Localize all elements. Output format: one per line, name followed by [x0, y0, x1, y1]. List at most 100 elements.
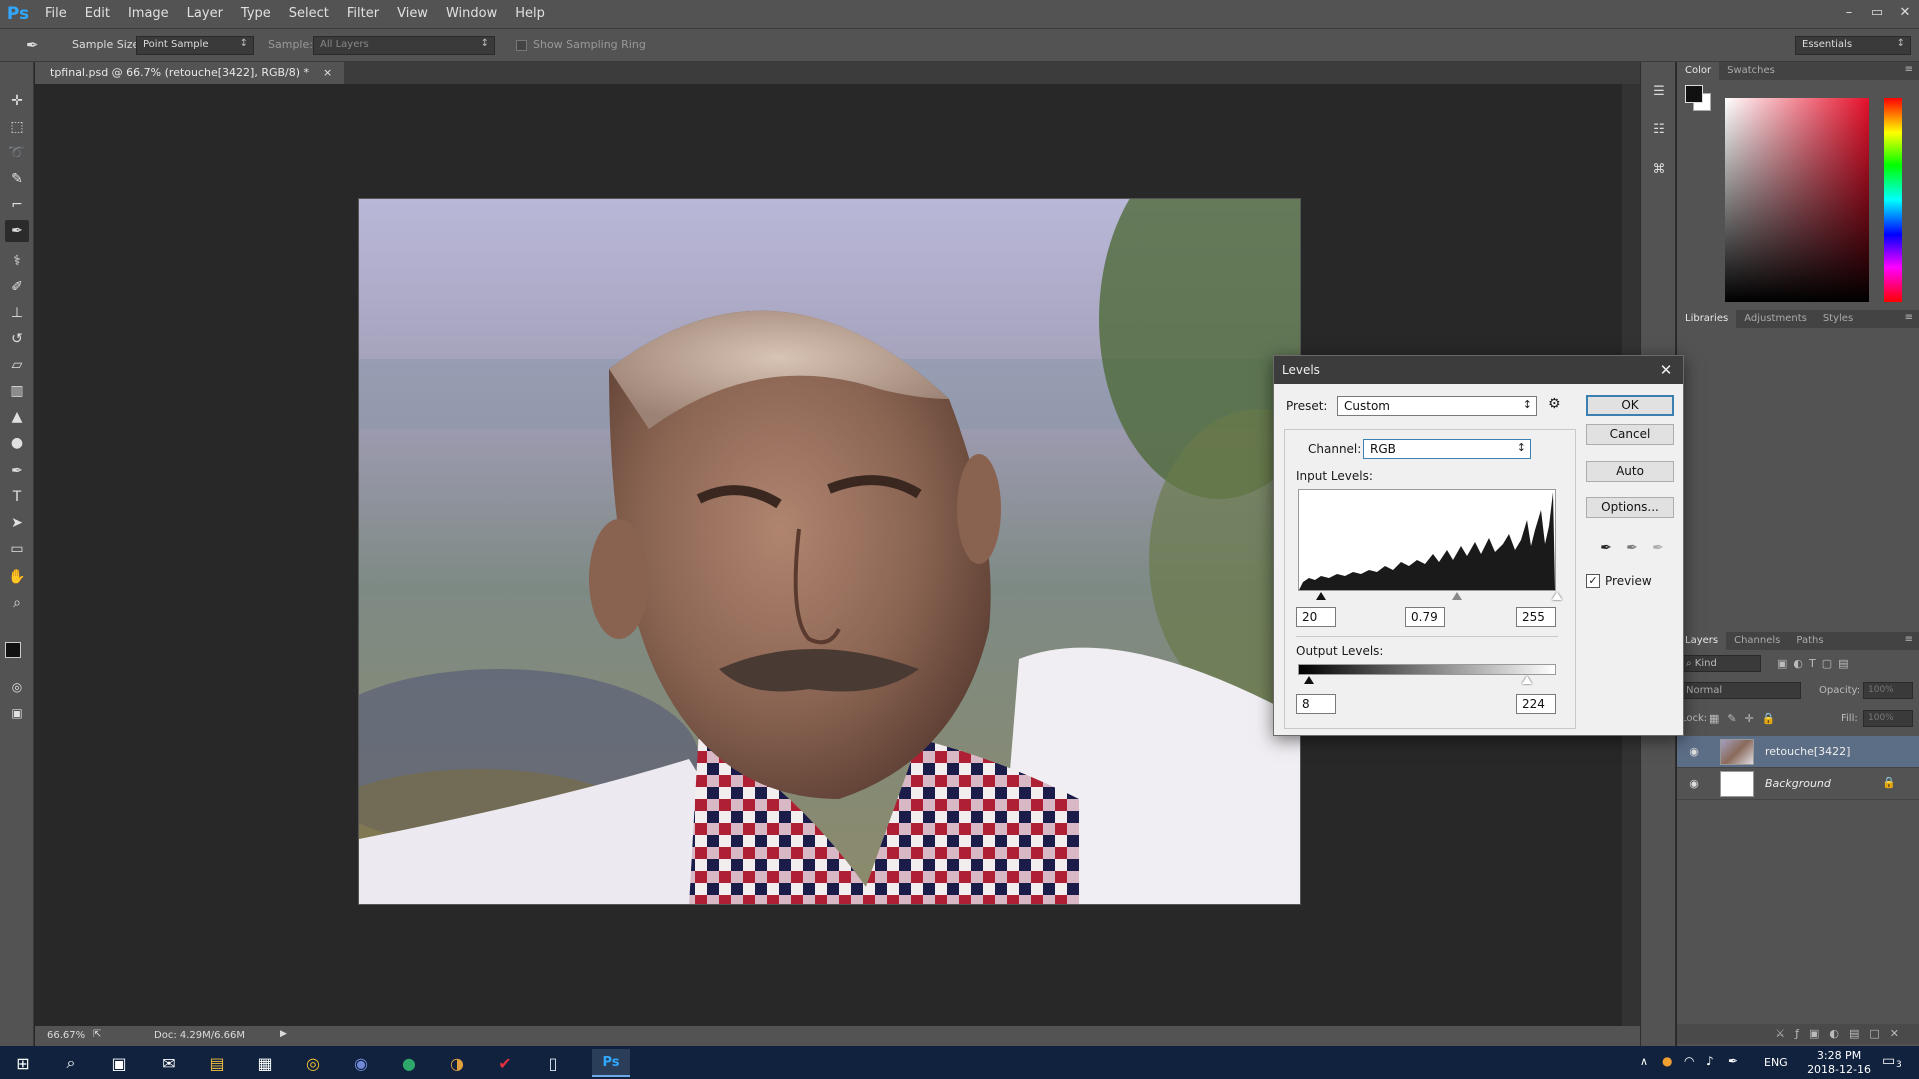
workspace-select[interactable]: Essentials [1795, 36, 1911, 55]
gradient-tool-icon[interactable]: ▥ [5, 380, 29, 402]
document-close-icon[interactable]: × [323, 62, 332, 84]
options-button[interactable]: Options... [1586, 497, 1674, 518]
sample-select[interactable]: All Layers [313, 36, 495, 55]
visibility-eye-icon[interactable]: ◉ [1687, 777, 1701, 791]
output-black-field[interactable]: 8 [1296, 694, 1336, 714]
history-panel-icon[interactable]: ☰ [1649, 84, 1669, 104]
rectangle-tool-icon[interactable]: ▭ [5, 538, 29, 560]
menu-file[interactable]: File [36, 0, 76, 28]
language-indicator[interactable]: ENG [1764, 1056, 1788, 1069]
pen-tool-icon[interactable]: ✒ [5, 460, 29, 482]
tray-overflow-icon[interactable]: ∧ [1640, 1055, 1648, 1068]
input-black-field[interactable]: 20 [1296, 607, 1336, 627]
tab-paths[interactable]: Paths [1788, 632, 1831, 650]
color-foreground-swatch[interactable] [1685, 85, 1703, 103]
close-window-button[interactable]: ✕ [1891, 0, 1919, 28]
fill-input[interactable]: 100% [1863, 710, 1913, 727]
character-panel-icon[interactable]: ⌘ [1649, 162, 1669, 182]
type-tool-icon[interactable]: T [5, 486, 29, 508]
menu-image[interactable]: Image [119, 0, 178, 28]
layers-panel-menu-icon[interactable]: ≡ [1905, 634, 1913, 645]
menu-view[interactable]: View [388, 0, 437, 28]
foreground-color-swatch[interactable] [5, 642, 21, 658]
menu-window[interactable]: Window [437, 0, 506, 28]
vivaldi-icon[interactable]: ✔ [486, 1049, 524, 1077]
output-white-field[interactable]: 224 [1516, 694, 1556, 714]
eyedropper-tool-preset-icon[interactable]: ✒ [26, 36, 39, 54]
layer-filter-select[interactable]: ⌕ Kind [1681, 655, 1761, 672]
document-app-icon[interactable]: ▯ [534, 1049, 572, 1077]
quick-mask-icon[interactable]: ◎ [5, 676, 29, 698]
healing-brush-tool-icon[interactable]: ⚕ [5, 250, 29, 272]
visibility-eye-icon[interactable]: ◉ [1687, 745, 1701, 759]
eyedropper-tool-icon[interactable]: ✒ [5, 220, 29, 242]
file-explorer-icon[interactable]: ▤ [198, 1049, 236, 1077]
cancel-button[interactable]: Cancel [1586, 424, 1674, 445]
channel-select[interactable]: RGB [1363, 439, 1531, 459]
eraser-tool-icon[interactable]: ▱ [5, 354, 29, 376]
layer-row[interactable]: ◉ retouche[3422] [1677, 736, 1919, 768]
sample-size-select[interactable]: Point Sample [136, 36, 254, 55]
mail-icon[interactable]: ✉ [150, 1049, 188, 1077]
zoom-level[interactable]: 66.67% [47, 1030, 85, 1041]
lasso-tool-icon[interactable]: ➰ [5, 142, 29, 164]
photoshop-taskbar-icon[interactable]: Ps [592, 1049, 630, 1077]
lock-icons[interactable]: ▦✎✛🔒 [1709, 712, 1784, 725]
menu-select[interactable]: Select [280, 0, 338, 28]
ok-button[interactable]: OK [1586, 395, 1674, 416]
preset-select[interactable]: Custom [1337, 396, 1537, 416]
input-white-slider[interactable] [1552, 592, 1562, 600]
tab-swatches[interactable]: Swatches [1719, 62, 1783, 80]
white-point-eyedropper-icon[interactable]: ✒ [1649, 540, 1667, 558]
gray-point-eyedropper-icon[interactable]: ✒ [1623, 540, 1641, 558]
input-white-field[interactable]: 255 [1516, 607, 1556, 627]
document-tab[interactable]: tpfinal.psd @ 66.7% (retouche[3422], RGB… [35, 62, 345, 84]
tab-channels[interactable]: Channels [1726, 632, 1788, 650]
chrome-icon[interactable]: ◎ [294, 1049, 332, 1077]
menu-type[interactable]: Type [232, 0, 280, 28]
menu-help[interactable]: Help [506, 0, 554, 28]
tab-layers[interactable]: Layers [1677, 632, 1727, 650]
volume-icon[interactable]: ♪ [1706, 1054, 1714, 1068]
libraries-panel-menu-icon[interactable]: ≡ [1905, 312, 1913, 323]
tab-adjustments[interactable]: Adjustments [1736, 310, 1815, 328]
app-orange-icon[interactable]: ◑ [438, 1049, 476, 1077]
output-black-slider[interactable] [1304, 676, 1314, 684]
brush-tool-icon[interactable]: ✐ [5, 276, 29, 298]
menu-edit[interactable]: Edit [76, 0, 119, 28]
history-brush-tool-icon[interactable]: ↺ [5, 328, 29, 350]
export-icon[interactable]: ⇱ [93, 1029, 101, 1040]
crop-tool-icon[interactable]: ⌐ [5, 194, 29, 216]
clone-stamp-tool-icon[interactable]: ⊥ [5, 302, 29, 324]
app-green-icon[interactable]: ● [390, 1049, 428, 1077]
restore-button[interactable]: ▭ [1863, 0, 1891, 28]
preset-options-gear-icon[interactable]: ⚙ [1548, 396, 1561, 412]
zoom-tool-icon[interactable]: ⌕ [5, 592, 29, 614]
output-white-slider[interactable] [1522, 676, 1532, 684]
opacity-input[interactable]: 100% [1863, 682, 1913, 699]
hand-tool-icon[interactable]: ✋ [5, 566, 29, 588]
layer-row[interactable]: ◉ Background 🔒 [1677, 768, 1919, 800]
color-panel-menu-icon[interactable]: ≡ [1905, 64, 1913, 75]
sampling-ring-checkbox[interactable] [516, 40, 527, 51]
quick-select-tool-icon[interactable]: ✎ [5, 168, 29, 190]
color-picker-field[interactable] [1725, 98, 1869, 302]
pen-workspace-icon[interactable]: ✒ [1728, 1054, 1738, 1068]
dodge-tool-icon[interactable]: ● [5, 432, 29, 454]
input-gamma-slider[interactable] [1452, 592, 1462, 600]
blend-mode-select[interactable]: Normal [1681, 682, 1801, 699]
wifi-icon[interactable]: ◠ [1684, 1054, 1694, 1068]
tab-styles[interactable]: Styles [1815, 310, 1861, 328]
input-gamma-field[interactable]: 0.79 [1405, 607, 1445, 627]
clock[interactable]: 3:28 PM 2018-12-16 [1807, 1049, 1871, 1077]
store-icon[interactable]: ▦ [246, 1049, 284, 1077]
black-point-eyedropper-icon[interactable]: ✒ [1597, 540, 1615, 558]
blur-tool-icon[interactable]: ▲ [5, 406, 29, 428]
menu-filter[interactable]: Filter [338, 0, 388, 28]
action-center-icon[interactable]: ▭ [1882, 1053, 1895, 1069]
menu-layer[interactable]: Layer [178, 0, 232, 28]
properties-panel-icon[interactable]: ☷ [1649, 122, 1669, 142]
screen-mode-icon[interactable]: ▣ [5, 702, 29, 724]
auto-button[interactable]: Auto [1586, 461, 1674, 482]
windows-start-icon[interactable]: ⊞ [4, 1049, 42, 1077]
